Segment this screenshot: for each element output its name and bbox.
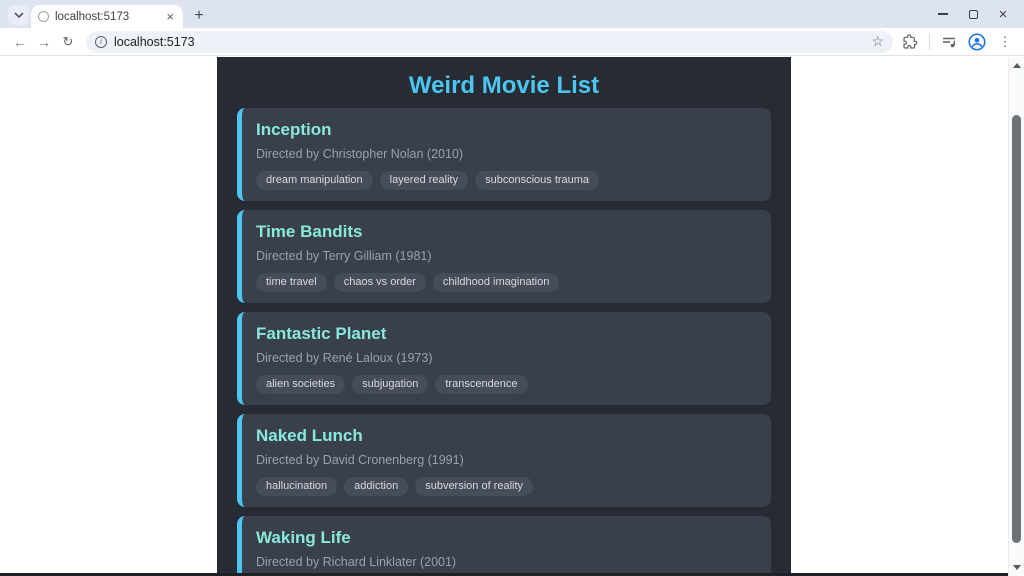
site-info-icon[interactable]: i <box>95 36 107 48</box>
profile-button[interactable] <box>968 33 986 51</box>
movie-byline: Directed by David Cronenberg (1991) <box>256 454 755 466</box>
new-tab-button[interactable]: + <box>189 6 209 26</box>
back-button[interactable]: ← <box>8 30 32 54</box>
movie-tag: time travel <box>256 273 327 292</box>
movie-tags: alien societies subjugation transcendence <box>256 375 755 394</box>
movie-tag: dream manipulation <box>256 171 373 190</box>
movie-list: Inception Directed by Christopher Nolan … <box>237 108 771 576</box>
app-container: Weird Movie List Inception Directed by C… <box>217 57 791 576</box>
browser-window: localhost:5173 × + × ← → ↻ i localhost:5… <box>0 0 1024 576</box>
media-controls-icon <box>941 34 957 50</box>
movie-byline: Directed by Christopher Nolan (2010) <box>256 148 755 160</box>
movie-card: Naked Lunch Directed by David Cronenberg… <box>237 414 771 507</box>
movie-card: Fantastic Planet Directed by René Laloux… <box>237 312 771 405</box>
scroll-up-arrow-icon[interactable] <box>1013 63 1021 68</box>
tab-search-button[interactable] <box>8 5 29 25</box>
movie-byline: Directed by René Laloux (1973) <box>256 352 755 364</box>
movie-title: Inception <box>256 121 755 139</box>
movie-card: Time Bandits Directed by Terry Gilliam (… <box>237 210 771 303</box>
scroll-down-arrow-icon[interactable] <box>1013 565 1021 570</box>
close-window-button[interactable]: × <box>988 0 1018 28</box>
chevron-down-icon <box>14 12 24 18</box>
movie-tag: hallucination <box>256 477 337 496</box>
page-title: Weird Movie List <box>237 73 771 99</box>
browser-toolbar: ← → ↻ i localhost:5173 ☆ <box>0 28 1024 56</box>
movie-tags: time travel chaos vs order childhood imagi… <box>256 273 755 292</box>
movie-tag: chaos vs order <box>334 273 426 292</box>
tab-strip: localhost:5173 × + × <box>0 0 1024 28</box>
maximize-icon <box>969 10 978 19</box>
movie-title: Naked Lunch <box>256 427 755 445</box>
movie-tag: transcendence <box>435 375 527 394</box>
window-controls: × <box>928 0 1018 28</box>
extensions-button[interactable] <box>901 33 919 51</box>
scrollbar-thumb[interactable] <box>1012 115 1021 543</box>
favicon-icon <box>38 11 49 22</box>
movie-tag: addiction <box>344 477 408 496</box>
toolbar-icons: ⋮ <box>901 33 1014 51</box>
movie-byline: Directed by Richard Linklater (2001) <box>256 556 755 568</box>
movie-title: Time Bandits <box>256 223 755 241</box>
minimize-icon <box>938 13 948 15</box>
vertical-scrollbar[interactable] <box>1008 57 1024 576</box>
movie-tag: layered reality <box>380 171 468 190</box>
movie-byline: Directed by Terry Gilliam (1981) <box>256 250 755 262</box>
tab-title: localhost:5173 <box>55 11 158 23</box>
maximize-button[interactable] <box>958 0 988 28</box>
movie-tag: subconscious trauma <box>475 171 599 190</box>
forward-button[interactable]: → <box>32 30 56 54</box>
movie-title: Waking Life <box>256 529 755 547</box>
movie-tags: hallucination addiction subversion of real… <box>256 477 755 496</box>
toolbar-divider <box>929 34 930 50</box>
movie-card: Waking Life Directed by Richard Linklate… <box>237 516 771 576</box>
bookmark-star-icon[interactable]: ☆ <box>871 33 884 50</box>
movie-tag: subjugation <box>352 375 428 394</box>
media-controls-button[interactable] <box>940 33 958 51</box>
movie-title: Fantastic Planet <box>256 325 755 343</box>
tab-close-icon[interactable]: × <box>164 9 176 24</box>
movie-tag: childhood imagination <box>433 273 559 292</box>
browser-tab[interactable]: localhost:5173 × <box>31 5 183 28</box>
movie-tags: dream manipulation layered reality subcons… <box>256 171 755 190</box>
profile-avatar-icon <box>968 33 986 51</box>
menu-kebab-icon[interactable]: ⋮ <box>996 33 1014 51</box>
movie-card: Inception Directed by Christopher Nolan … <box>237 108 771 201</box>
puzzle-icon <box>902 34 918 50</box>
minimize-button[interactable] <box>928 0 958 28</box>
movie-tag: subversion of reality <box>415 477 533 496</box>
page-content: Weird Movie List Inception Directed by C… <box>0 57 1008 576</box>
reload-button[interactable]: ↻ <box>56 30 80 54</box>
address-bar[interactable]: i localhost:5173 ☆ <box>86 31 893 53</box>
url-text: localhost:5173 <box>114 35 864 49</box>
movie-tag: alien societies <box>256 375 345 394</box>
